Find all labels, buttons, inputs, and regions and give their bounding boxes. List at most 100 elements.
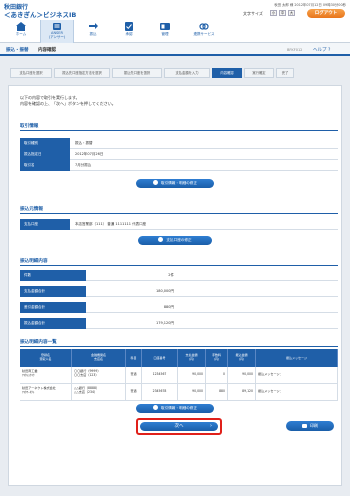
col-header-type: 科目: [126, 349, 142, 367]
transaction-row-label: 取引種別: [20, 138, 70, 149]
next-button[interactable]: 次へ ›: [136, 418, 222, 435]
summary-row-label: 件数: [20, 270, 86, 281]
step-3: 振込先口座を選択: [112, 68, 162, 78]
cell-bank: 〇〇銀行（9999） 〇〇支店（123）: [72, 367, 126, 384]
edit-transaction-button[interactable]: 取引情報・明細の修正: [136, 179, 214, 188]
nav-link-service-label: 連携サービス: [193, 32, 215, 36]
nav-manage[interactable]: 管理: [148, 20, 182, 43]
text-size-small-button[interactable]: 小: [270, 10, 277, 16]
approve-icon: [125, 22, 133, 31]
manage-icon: [160, 23, 170, 30]
step-indicator: 支払口座を選択 振込先口座指定方法を選択 振込先口座を選択 支払金額を入力 内容…: [0, 68, 350, 78]
help-label: ヘルプ: [313, 48, 327, 53]
next-button-label: 次へ: [174, 424, 184, 429]
transaction-row-label: 振込指定日: [20, 149, 70, 160]
anser-icon: [53, 23, 61, 30]
cell-account: 1234567: [142, 367, 178, 384]
cell-message: 振込メッセージ：: [256, 367, 338, 384]
step-7: 完了: [276, 68, 294, 78]
pencil-icon: [153, 180, 159, 185]
cell-amount: 90,000: [228, 367, 256, 384]
cell-type: 普通: [126, 384, 142, 401]
source-row: 支払口座 本店営業部（111） 普通 1111111 代表口座: [20, 219, 338, 230]
summary-row: 振込金額合計 179,120円: [20, 318, 338, 329]
printer-icon: [302, 423, 307, 428]
edit-transaction-label: 取引情報・明細の修正: [161, 181, 197, 185]
page-category: 振込・振替: [6, 48, 29, 53]
cell-fee: 880: [206, 384, 228, 401]
edit-detail-label: 取引情報・明細の修正: [161, 406, 197, 410]
col-header-message: 振込メッセージ: [256, 349, 338, 367]
summary-row-value: 2件: [168, 273, 174, 277]
step-1: 支払口座を選択: [10, 68, 52, 78]
summary-section-title: 振込明細内容: [20, 259, 48, 264]
nav-approve[interactable]: 承認: [112, 20, 146, 43]
next-button-inner[interactable]: 次へ ›: [140, 422, 218, 431]
transaction-row-label: 取引名: [20, 160, 70, 171]
page-subheader: 振込・振替 内容確認 BFKF012 ヘルプ ?: [0, 43, 350, 56]
step-2: 振込先口座指定方法を選択: [54, 68, 110, 78]
help-icon: ?: [327, 48, 331, 53]
cell-name: 秋田アーネクト株式会社 ｱｷﾀｱｰﾈｸﾄ: [20, 384, 72, 401]
chevron-right-icon: ›: [210, 423, 212, 429]
nav-transfer[interactable]: 振込: [76, 20, 110, 43]
transaction-row-value: 7月分振込: [75, 163, 92, 167]
text-size-large-button[interactable]: 大: [288, 10, 295, 16]
step-5-current: 内容確認: [212, 68, 242, 78]
cell-pay: 90,000: [178, 367, 206, 384]
help-link[interactable]: ヘルプ ?: [313, 47, 330, 53]
summary-row-label: 支払金額合計: [20, 286, 86, 297]
col-header-fee: 手数料 (円): [206, 349, 228, 367]
cell-fee: 0: [206, 367, 228, 384]
intro-text: 以下の内容で取引を実行します。 内容を確認の上、「次へ」ボタンを押してください。: [20, 95, 116, 107]
link-icon: [199, 23, 209, 30]
transfer-icon: [89, 23, 98, 29]
detail-section-title: 振込明細内容一覧: [20, 340, 57, 345]
transaction-row: 取引種別 振込・振替: [20, 138, 338, 149]
nav-anser-label: ANSER (アンサー): [48, 31, 66, 39]
cell-type: 普通: [126, 367, 142, 384]
nav-home[interactable]: ホーム: [4, 20, 38, 43]
page-footer: [0, 489, 350, 496]
col-header-account: 口座番号: [142, 349, 178, 367]
text-size-label: 文字サイズ: [243, 11, 263, 16]
pencil-icon: [153, 405, 159, 410]
summary-row-label: 差引金額合計: [20, 302, 86, 313]
print-button-label: 印刷: [310, 423, 318, 428]
source-row-value: 本店営業部（111） 普通 1111111 代表口座: [75, 222, 147, 226]
edit-source-label: 支払口座の修正: [166, 238, 192, 242]
col-header-name: 登録名 受取人名: [20, 349, 72, 367]
cell-bank: △△銀行（8888） △△支店（234）: [72, 384, 126, 401]
cell-pay: 90,000: [178, 384, 206, 401]
transaction-section-title: 取引情報: [20, 124, 39, 129]
print-button[interactable]: 印刷: [286, 421, 334, 431]
intro-line-2: 内容を確認の上、「次へ」ボタンを押してください。: [20, 101, 116, 106]
summary-section-divider: [20, 265, 338, 266]
pencil-icon: [158, 237, 164, 242]
transaction-row-value: 2012年07月26日: [75, 152, 104, 156]
step-4: 支払金額を入力: [164, 68, 210, 78]
step-6: 実行確定: [244, 68, 274, 78]
summary-row-value: 179,120円: [156, 321, 174, 325]
nav-transfer-label: 振込: [89, 32, 97, 36]
nav-link-service[interactable]: 連携サービス: [184, 20, 224, 43]
cell-message: 振込メッセージ：: [256, 384, 338, 401]
page-title: 内容確認: [38, 48, 56, 53]
nav-home-label: ホーム: [15, 32, 27, 36]
cell-amount: 89,120: [228, 384, 256, 401]
nav-approve-label: 承認: [125, 32, 133, 36]
logout-button[interactable]: ログアウト: [307, 9, 345, 18]
cell-account: 2345678: [142, 384, 178, 401]
transaction-row: 振込指定日 2012年07月26日: [20, 149, 338, 160]
edit-source-button[interactable]: 支払口座の修正: [138, 236, 212, 245]
transaction-section-divider: [20, 130, 338, 131]
summary-row-value: 180,000円: [156, 289, 174, 293]
transaction-row: 取引名 7月分振込: [20, 160, 338, 171]
edit-detail-button[interactable]: 取引情報・明細の修正: [136, 404, 214, 413]
text-size-medium-button[interactable]: 中: [279, 10, 286, 16]
col-header-pay: 支払金額 (円): [178, 349, 206, 367]
nav-anser[interactable]: ANSER (アンサー): [40, 20, 74, 43]
source-section-divider: [20, 213, 338, 214]
source-row-label: 支払口座: [20, 219, 70, 230]
col-header-amount: 振込金額 (円): [228, 349, 256, 367]
